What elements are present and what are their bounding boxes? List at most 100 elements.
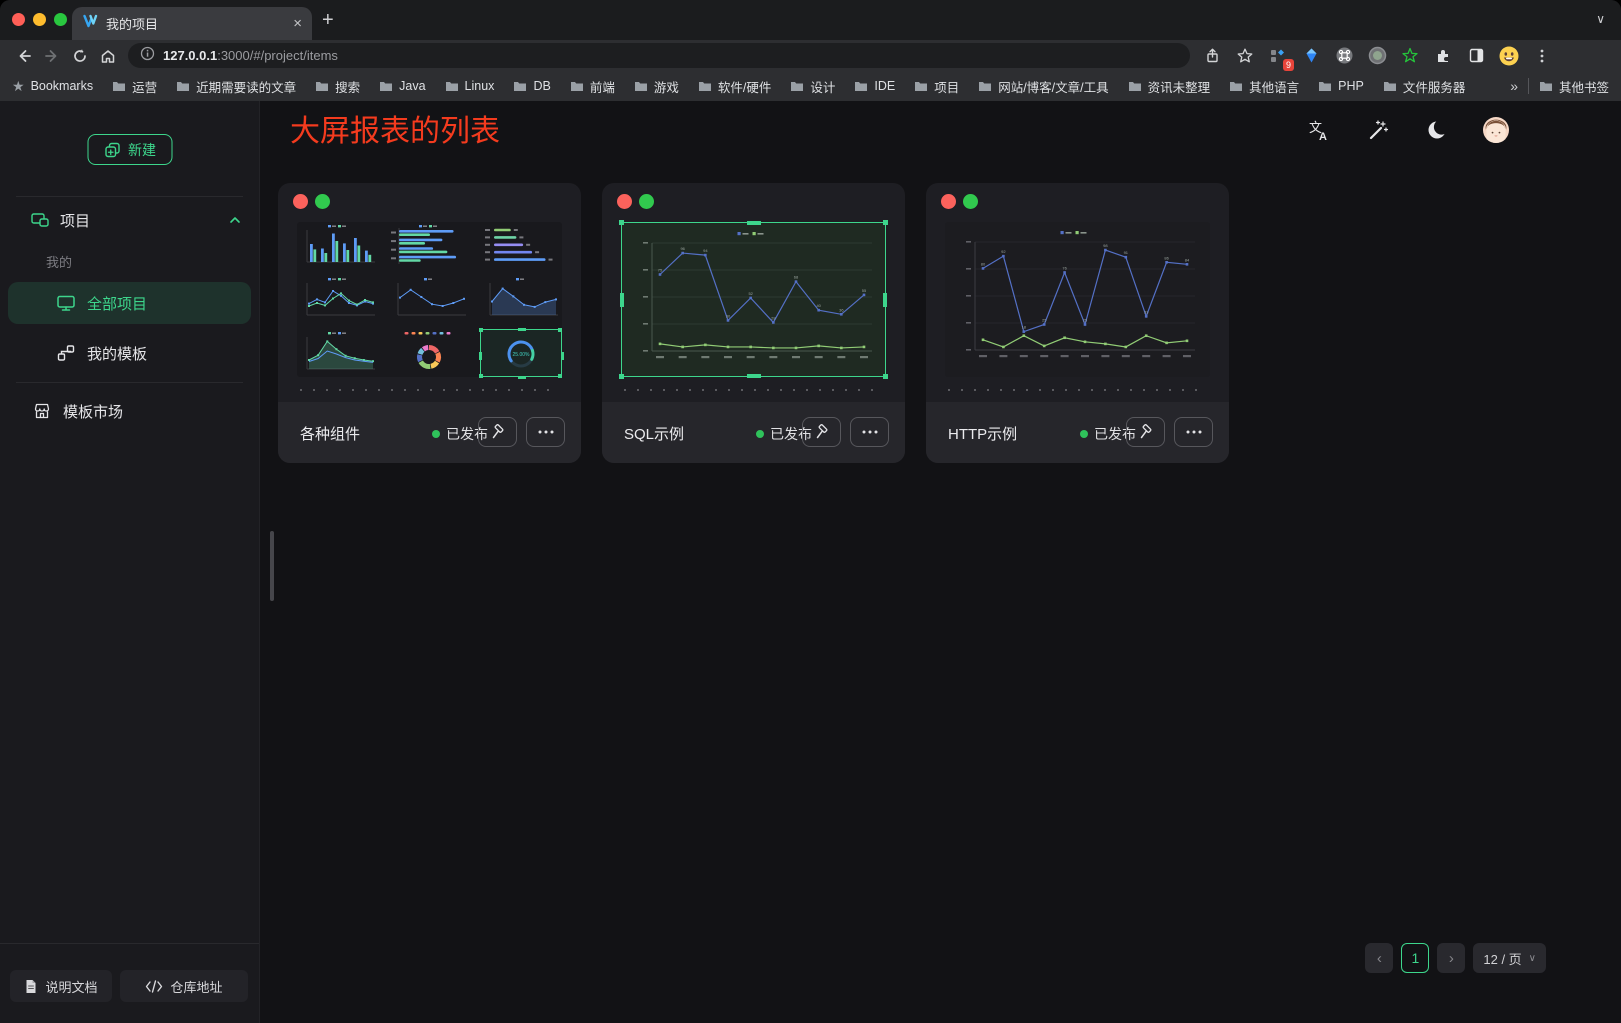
- reader-mode-icon[interactable]: [1464, 44, 1488, 68]
- sidebar-item-my-templates[interactable]: 我的模板: [8, 332, 251, 374]
- bookmark-folder[interactable]: DB: [513, 79, 550, 93]
- site-info-icon[interactable]: [140, 46, 155, 66]
- bookmark-folder[interactable]: 前端: [570, 77, 615, 96]
- folder-icon: [978, 80, 992, 92]
- project-thumbnail[interactable]: 75969430522868403655: [621, 222, 886, 377]
- svg-text:33: 33: [1144, 309, 1149, 314]
- tab-title: 我的项目: [106, 14, 285, 33]
- project-thumbnail[interactable]: 8092182576259891338684: [945, 222, 1210, 377]
- folder-icon: [379, 80, 393, 92]
- scrollbar-thumb[interactable]: [270, 531, 274, 601]
- edit-project-button[interactable]: [802, 417, 841, 447]
- circle-extension-icon[interactable]: [1365, 44, 1389, 68]
- bookmark-folder[interactable]: 近期需要读的文章: [176, 77, 296, 96]
- minimize-window-button[interactable]: [33, 13, 46, 26]
- folder-icon: [914, 80, 928, 92]
- bookmark-folder[interactable]: 游戏: [634, 77, 679, 96]
- bookmark-folder[interactable]: Java: [379, 79, 425, 93]
- next-page-button[interactable]: ›: [1437, 943, 1465, 973]
- tab-search-chevron-icon[interactable]: ∨: [1596, 12, 1605, 26]
- bookmark-folder[interactable]: 项目: [914, 77, 959, 96]
- close-window-button[interactable]: [12, 13, 25, 26]
- docs-button[interactable]: 说明文档: [10, 970, 112, 1002]
- bookmark-folder[interactable]: 运营: [112, 77, 157, 96]
- repo-button[interactable]: 仓库地址: [120, 970, 248, 1002]
- bookmark-folder[interactable]: Linux: [445, 79, 495, 93]
- svg-text:68: 68: [794, 275, 799, 280]
- chevron-up-icon[interactable]: [229, 214, 241, 226]
- home-button[interactable]: [94, 44, 122, 68]
- hammer-icon: [1137, 423, 1155, 441]
- monitor-icon: [56, 293, 76, 313]
- bookmark-folder[interactable]: 设计: [790, 77, 835, 96]
- mini-chart-bar: [297, 222, 379, 270]
- green-star-extension-icon[interactable]: [1398, 44, 1422, 68]
- sidebar-item-all-projects[interactable]: 全部项目: [8, 282, 251, 324]
- browser-tab[interactable]: 我的项目 ×: [72, 7, 312, 40]
- zoom-window-button[interactable]: [54, 13, 67, 26]
- page-title: 大屏报表的列表: [290, 113, 500, 151]
- mini-chart-line2: [297, 275, 379, 323]
- dotted-separator: [948, 389, 1207, 391]
- current-page-button[interactable]: 1: [1401, 943, 1429, 973]
- bookmark-star-icon[interactable]: [1233, 44, 1257, 68]
- svg-text:94: 94: [703, 248, 708, 253]
- sidebar-group-label: 我的: [46, 252, 72, 271]
- selection-handle: [883, 293, 887, 307]
- bookmarks-manager[interactable]: ★ Bookmarks: [12, 78, 93, 95]
- folder-icon: [570, 80, 584, 92]
- language-translate-icon[interactable]: 文A: [1306, 117, 1332, 143]
- project-card[interactable]: 75969430522868403655 SQL示例 已发布: [602, 183, 905, 463]
- kite-extension-icon[interactable]: [1299, 44, 1323, 68]
- new-tab-button[interactable]: +: [322, 9, 334, 32]
- user-avatar[interactable]: [1483, 117, 1509, 143]
- bookmark-folder[interactable]: PHP: [1318, 79, 1364, 93]
- sidebar-item-template-market[interactable]: 模板市场: [8, 390, 251, 432]
- more-options-button[interactable]: [1174, 417, 1213, 447]
- command-extension-icon[interactable]: [1332, 44, 1356, 68]
- bookmark-folder[interactable]: 资讯未整理: [1128, 77, 1211, 96]
- reload-button[interactable]: [66, 44, 94, 68]
- extension-grid-icon[interactable]: 9: [1266, 44, 1290, 68]
- mini-chart-area2: [297, 329, 379, 377]
- new-project-button[interactable]: 新建: [87, 134, 172, 165]
- page-size-select[interactable]: 12 / 页 ∨: [1473, 943, 1546, 973]
- address-bar[interactable]: 127.0.0.1:3000/#/project/items: [128, 43, 1190, 68]
- bookmark-folder[interactable]: 网站/博客/文章/工具: [978, 77, 1108, 96]
- status-dot: [756, 430, 764, 438]
- folder-icon: [1229, 80, 1243, 92]
- bookmark-folder[interactable]: IDE: [854, 79, 895, 93]
- magic-wand-icon[interactable]: [1365, 117, 1391, 143]
- bookmark-folder[interactable]: 文件服务器: [1383, 77, 1466, 96]
- browser-menu-icon[interactable]: [1530, 44, 1554, 68]
- bookmark-folder[interactable]: 软件/硬件: [698, 77, 771, 96]
- share-icon[interactable]: [1200, 44, 1224, 68]
- dark-mode-moon-icon[interactable]: [1424, 117, 1450, 143]
- project-card[interactable]: 8092182576259891338684 HTTP示例 已发布: [926, 183, 1229, 463]
- edit-project-button[interactable]: [1126, 417, 1165, 447]
- window-controls: [12, 13, 67, 26]
- project-thumbnail[interactable]: 25.00%: [297, 222, 562, 377]
- project-card[interactable]: 25.00% 各种组件 已发布: [278, 183, 581, 463]
- mini-chart-gauge: 25.00%: [480, 329, 562, 377]
- bookmark-folder[interactable]: 其他语言: [1229, 77, 1299, 96]
- tab-close-icon[interactable]: ×: [293, 16, 302, 31]
- more-options-button[interactable]: [850, 417, 889, 447]
- bookmark-folder[interactable]: 搜索: [315, 77, 360, 96]
- extensions-puzzle-icon[interactable]: [1431, 44, 1455, 68]
- mini-chart-area1: [480, 275, 562, 323]
- forward-button[interactable]: [38, 44, 66, 68]
- chevron-down-icon: ∨: [1529, 953, 1536, 964]
- folder-icon: [1383, 80, 1397, 92]
- other-bookmarks-folder[interactable]: 其他书签: [1539, 77, 1609, 96]
- sidebar-section-projects[interactable]: 项目: [30, 204, 241, 236]
- bookmarks-overflow-chevron[interactable]: »: [1510, 78, 1518, 94]
- edit-project-button[interactable]: [478, 417, 517, 447]
- folder-icon: [854, 80, 868, 92]
- back-button[interactable]: [10, 44, 38, 68]
- profile-avatar[interactable]: [1497, 44, 1521, 68]
- more-options-button[interactable]: [526, 417, 565, 447]
- prev-page-button[interactable]: ‹: [1365, 943, 1393, 973]
- main-content: 大屏报表的列表 文A 25.0: [260, 101, 1621, 1023]
- red-dot: [617, 194, 632, 209]
